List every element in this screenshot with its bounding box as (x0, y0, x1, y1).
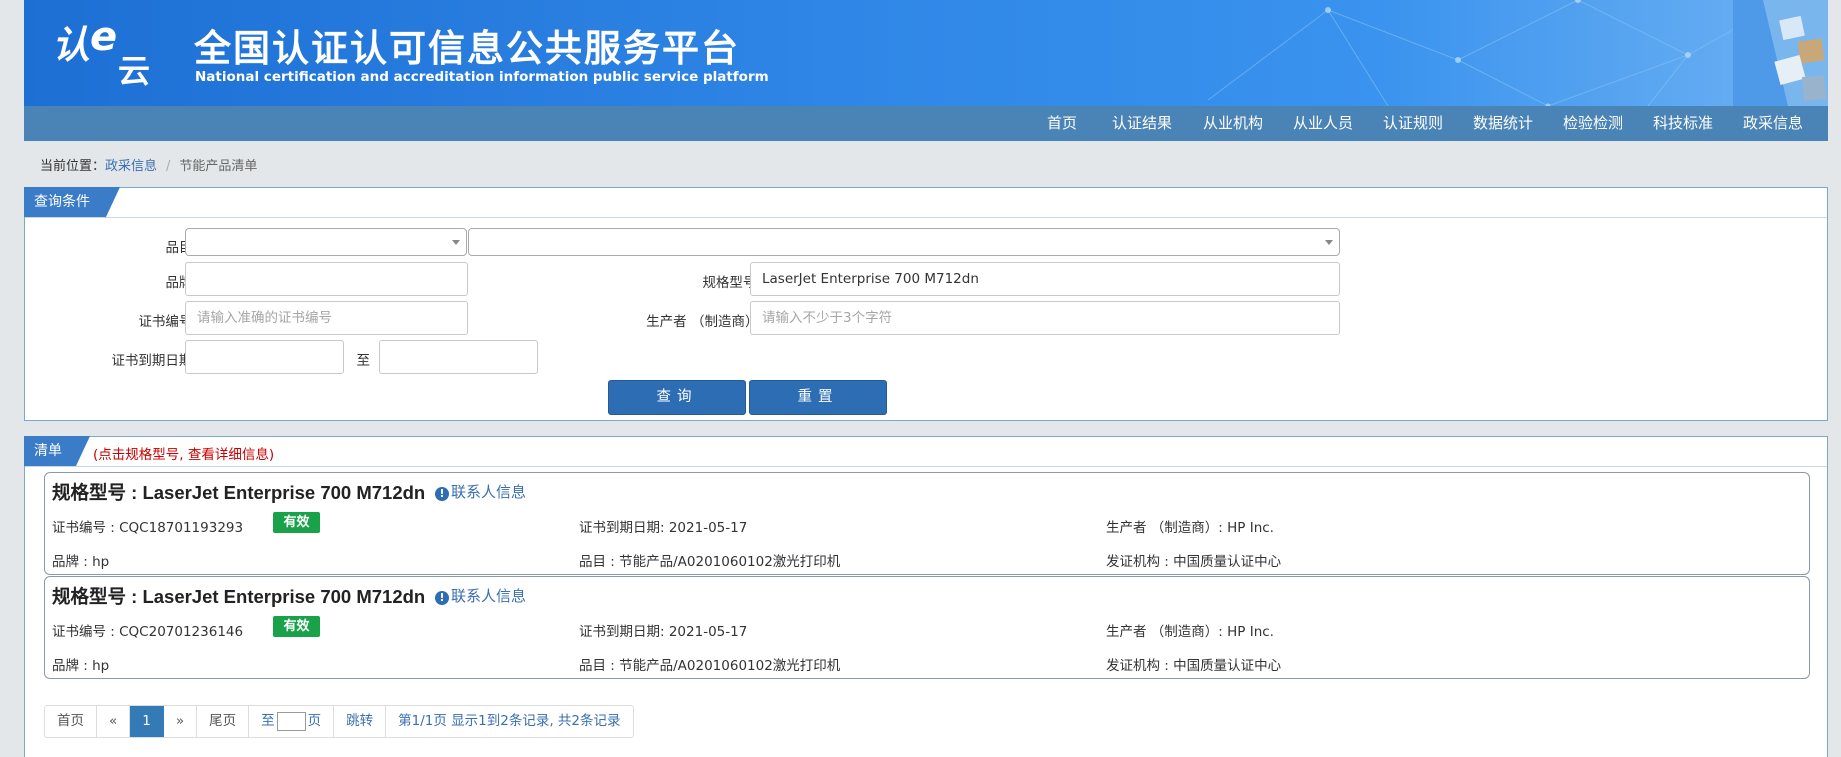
nav-item-9[interactable]: 政采信息 (1728, 106, 1818, 141)
expiry-to-label: 至 (356, 353, 371, 369)
brand-input[interactable] (185, 262, 468, 296)
status-badge: 有效 (273, 512, 320, 533)
record-category: 品目 : 节能产品/A0201060102激光打印机 (579, 658, 841, 674)
record-issuer: 发证机构 : 中国质量认证中心 (1106, 658, 1282, 674)
goto-page-group: 至页 (249, 706, 335, 737)
model-input[interactable]: LaserJet Enterprise 700 M712dn (750, 262, 1340, 296)
category-label: 品目: (165, 240, 197, 256)
record-brand: 品牌 : hp (52, 658, 110, 674)
breadcrumb-prefix: 当前位置： (40, 159, 106, 174)
contact-info-label: 联系人信息 (451, 483, 527, 501)
site-title: 全国认证认可信息公共服务平台 (194, 27, 740, 70)
svg-text:云: 云 (118, 52, 150, 90)
network-decoration (1207, 0, 1828, 106)
nav-item-7[interactable]: 检验检测 (1548, 106, 1638, 141)
last-page-button[interactable]: 尾页 (197, 706, 250, 737)
contact-info-link[interactable]: ! 联系人信息 (435, 481, 526, 502)
chevron-down-icon (1325, 240, 1333, 245)
next-page-button[interactable]: » (164, 706, 198, 737)
record-category: 品目 : 节能产品/A0201060102激光打印机 (579, 554, 841, 570)
goto-suffix: 页 (307, 713, 322, 729)
nav-item-5[interactable]: 认证规则 (1368, 106, 1458, 141)
brand-label: 品牌: (165, 275, 197, 291)
nav-item-3[interactable]: 从业机构 (1188, 106, 1278, 141)
record-expiry: 证书到期日期: 2021-05-17 (579, 624, 748, 640)
result-hint: (点击规格型号, 查看详细信息) (93, 447, 275, 463)
status-badge: 有效 (273, 616, 320, 637)
contact-info-link[interactable]: ! 联系人信息 (435, 585, 526, 606)
result-tab: 清单 (24, 436, 90, 466)
result-card: 规格型号 : LaserJet Enterprise 700 M712dn ! 联… (44, 472, 1810, 575)
record-issuer: 发证机构 : 中国质量认证中心 (1106, 554, 1282, 570)
expiry-start-input[interactable] (185, 340, 344, 374)
model-label: 规格型号: (702, 275, 761, 291)
site-subtitle: National certification and accreditation… (195, 69, 769, 85)
query-panel: 查询条件 品目: 品牌: 规格型号: LaserJet Enterprise 7… (24, 187, 1828, 421)
main-nav: 首页 认证结果 从业机构 从业人员 认证规则 数据统计 检验检测 科技标准 政采信息 (24, 106, 1828, 141)
site-logo[interactable]: 认 e 云 (52, 14, 192, 94)
record-cert-no: 证书编号 : CQC20701236146 (52, 624, 244, 640)
breadcrumb-separator: / (166, 159, 171, 174)
info-icon: ! (435, 591, 449, 605)
page-summary: 第1/1页 显示1到2条记录, 共2条记录 (398, 713, 621, 729)
goto-prefix: 至 (261, 713, 275, 729)
breadcrumb-link-procurement[interactable]: 政采信息 (105, 159, 157, 174)
search-button[interactable]: 查询 (608, 380, 746, 415)
record-model-link[interactable]: 规格型号 : LaserJet Enterprise 700 M712dn (52, 479, 425, 505)
record-manufacturer: 生产者 （制造商）: HP Inc. (1106, 520, 1274, 536)
expiry-end-input[interactable] (379, 340, 538, 374)
header-collage-image (1733, 0, 1828, 106)
record-brand: 品牌 : hp (52, 554, 110, 570)
record-expiry: 证书到期日期: 2021-05-17 (579, 520, 748, 536)
query-panel-header: 查询条件 (24, 187, 1827, 218)
jump-button[interactable]: 跳转 (334, 706, 387, 737)
svg-text:e: e (90, 14, 117, 60)
nav-item-6[interactable]: 数据统计 (1458, 106, 1548, 141)
pagination: 首页 « 1 » 尾页 至页 跳转 第1/1页 显示1到2条记录, 共2条记录 (44, 705, 634, 738)
expiry-label: 证书到期日期: (111, 353, 197, 369)
svg-text:认: 认 (52, 23, 90, 67)
subcategory-select[interactable] (468, 228, 1340, 256)
goto-page-input[interactable] (276, 711, 306, 731)
nav-item-4[interactable]: 从业人员 (1278, 106, 1368, 141)
category-select[interactable] (185, 228, 467, 256)
prev-page-button[interactable]: « (97, 706, 131, 737)
record-model-link[interactable]: 规格型号 : LaserJet Enterprise 700 M712dn (52, 583, 425, 609)
query-tab: 查询条件 (24, 187, 120, 217)
first-page-button[interactable]: 首页 (45, 706, 97, 737)
manufacturer-input[interactable]: 请输入不少于3个字符 (750, 301, 1340, 335)
contact-info-label: 联系人信息 (451, 587, 527, 605)
nav-item-8[interactable]: 科技标准 (1638, 106, 1728, 141)
site-header: 认 e 云 全国认证认可信息公共服务平台 National certificat… (24, 0, 1828, 106)
record-cert-no: 证书编号 : CQC18701193293 (52, 520, 244, 536)
reset-button[interactable]: 重置 (749, 380, 887, 415)
result-panel-header: 清单 (点击规格型号, 查看详细信息) (24, 436, 1827, 467)
info-icon: ! (435, 487, 449, 501)
page-1-button[interactable]: 1 (130, 706, 164, 737)
manufacturer-label: 生产者 （制造商）: (646, 314, 763, 330)
cert-no-input[interactable]: 请输入准确的证书编号 (185, 301, 468, 335)
breadcrumb-current: 节能产品清单 (179, 159, 258, 174)
nav-item-1[interactable]: 首页 (1028, 106, 1096, 141)
breadcrumb: 当前位置：政采信息 / 节能产品清单 (40, 155, 257, 174)
nav-item-2[interactable]: 认证结果 (1096, 106, 1188, 141)
result-card: 规格型号 : LaserJet Enterprise 700 M712dn ! 联… (44, 576, 1810, 679)
cert-no-label: 证书编号: (138, 314, 197, 330)
logo-icon: 认 e 云 (52, 14, 150, 90)
record-manufacturer: 生产者 （制造商）: HP Inc. (1106, 624, 1274, 640)
chevron-down-icon (452, 240, 460, 245)
